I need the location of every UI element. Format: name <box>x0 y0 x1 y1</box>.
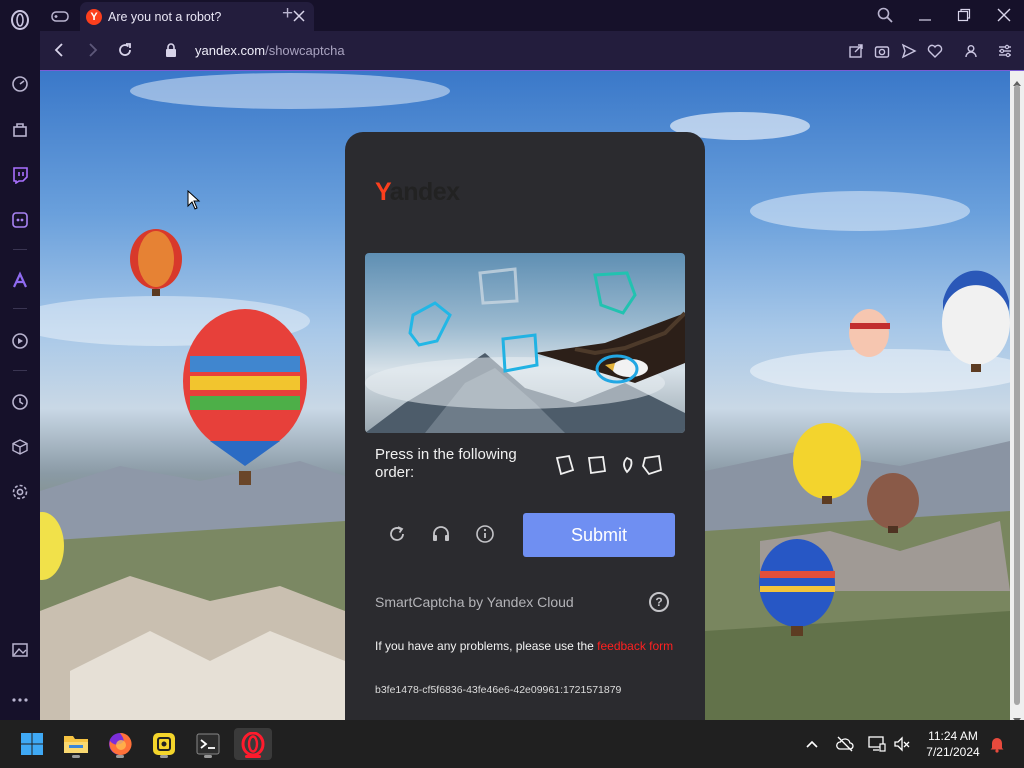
sidebar-divider <box>13 249 27 250</box>
yandex-favicon-icon: Y <box>86 8 102 25</box>
app-launcher-icon[interactable] <box>148 728 180 760</box>
settings-gear-icon[interactable] <box>9 481 31 503</box>
page-viewport: Yandex Press in the following order: Sub… <box>40 71 1010 720</box>
volume-muted-icon[interactable] <box>893 735 911 753</box>
sidebar-divider <box>13 370 27 371</box>
reload-icon[interactable] <box>116 41 134 59</box>
onedrive-cloud-icon[interactable] <box>836 735 854 753</box>
tab-strip: Y Are you not a robot? + <box>40 0 1024 31</box>
back-icon[interactable] <box>52 42 68 58</box>
problems-text: If you have any problems, please use the <box>375 639 598 653</box>
tab-active[interactable]: Y Are you not a robot? <box>80 2 314 31</box>
file-explorer-icon[interactable] <box>60 728 92 760</box>
running-indicator <box>160 755 168 758</box>
address-bar: yandex.com/showcaptcha <box>40 31 1024 71</box>
network-display-icon[interactable] <box>868 735 886 753</box>
order-sequence-icons <box>555 452 665 478</box>
yandex-logo-y: Y <box>375 178 390 206</box>
snapshot-camera-icon[interactable] <box>874 43 890 59</box>
page-scrollbar[interactable] <box>1010 71 1024 723</box>
player-icon[interactable] <box>9 330 31 352</box>
url-field[interactable]: yandex.com/showcaptcha <box>195 43 345 58</box>
show-hidden-icons-chevron-icon[interactable] <box>805 737 819 751</box>
submit-button[interactable]: Submit <box>523 513 675 557</box>
shopping-icon[interactable] <box>9 118 31 140</box>
clock-date: 7/21/2024 <box>926 745 980 759</box>
easy-setup-icon[interactable] <box>997 43 1013 59</box>
help-question-icon[interactable]: ? <box>649 592 669 612</box>
captcha-request-id: b3fe1478-cf5f6836-43fe46e6-42e09961:1721… <box>375 684 622 696</box>
problems-notice: If you have any problems, please use the… <box>375 638 675 654</box>
gamepad-icon[interactable] <box>50 6 70 26</box>
aria-icon[interactable] <box>9 269 31 291</box>
history-icon[interactable] <box>9 391 31 413</box>
url-domain: yandex.com <box>195 43 266 58</box>
yandex-logo: Yandex <box>375 178 460 207</box>
opera-taskbar-icon[interactable] <box>234 728 272 760</box>
clock-time: 11:24 AM <box>928 729 978 743</box>
refresh-captcha-icon[interactable] <box>385 522 409 546</box>
restore-icon[interactable] <box>957 8 971 22</box>
notification-bell-icon[interactable] <box>988 735 1006 753</box>
minimize-icon[interactable] <box>918 8 932 22</box>
running-indicator <box>72 755 80 758</box>
more-ellipsis-icon[interactable] <box>9 689 31 711</box>
opera-menu-icon[interactable] <box>9 9 31 31</box>
speed-dial-icon[interactable] <box>9 73 31 95</box>
tab-search-icon[interactable] <box>876 6 894 24</box>
sidebar-divider <box>13 308 27 309</box>
windows-start-icon[interactable] <box>16 728 48 760</box>
tab-close-icon[interactable] <box>292 9 306 23</box>
info-icon[interactable] <box>473 522 497 546</box>
audio-captcha-icon[interactable] <box>429 522 453 546</box>
terminal-icon[interactable] <box>192 728 224 760</box>
window-close-icon[interactable] <box>996 7 1012 23</box>
yandex-logo-text: andex <box>389 178 460 206</box>
lock-icon[interactable] <box>164 42 178 58</box>
mouse-cursor-icon <box>187 190 201 210</box>
feedback-form-link[interactable]: feedback form <box>597 639 673 653</box>
url-path: /showcaptcha <box>265 43 345 58</box>
account-icon[interactable] <box>963 43 979 59</box>
wallpaper-image-icon[interactable] <box>9 639 31 661</box>
system-clock[interactable]: 11:24 AM 7/21/2024 <box>920 728 986 760</box>
captcha-instruction: Press in the following order: <box>375 446 517 481</box>
send-flow-icon[interactable] <box>901 43 917 59</box>
captcha-card: Yandex Press in the following order: Sub… <box>345 132 705 720</box>
captcha-challenge-image[interactable] <box>365 253 685 433</box>
opera-sidebar <box>0 0 40 720</box>
twitch-icon[interactable] <box>9 164 31 186</box>
discord-icon[interactable] <box>9 209 31 231</box>
bookmark-heart-icon[interactable] <box>927 43 943 59</box>
firefox-icon[interactable] <box>104 728 136 760</box>
forward-icon[interactable] <box>84 42 100 58</box>
windows-taskbar: 11:24 AM 7/21/2024 <box>0 720 1024 768</box>
new-tab-button[interactable]: + <box>282 3 293 25</box>
smartcaptcha-label: SmartCaptcha by Yandex Cloud <box>375 594 574 610</box>
scrollbar-thumb[interactable] <box>1014 85 1020 705</box>
running-indicator <box>204 755 212 758</box>
running-indicator <box>116 755 124 758</box>
extensions-cube-icon[interactable] <box>9 436 31 458</box>
active-indicator <box>245 755 261 758</box>
tab-title: Are you not a robot? <box>108 9 222 24</box>
share-icon[interactable] <box>848 43 864 59</box>
